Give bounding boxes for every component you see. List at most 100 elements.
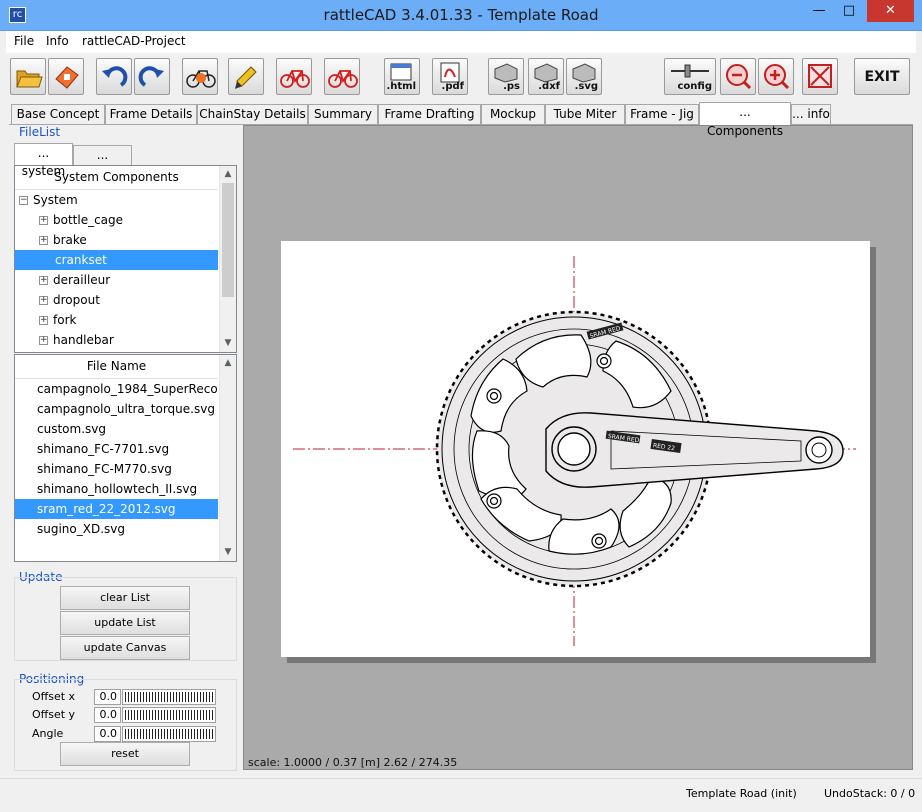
- clear-list-button[interactable]: clear List: [60, 586, 190, 610]
- expand-icon[interactable]: +: [39, 296, 48, 305]
- scroll-up-icon[interactable]: ▲: [220, 355, 236, 372]
- tree-item-handlebar[interactable]: + handlebar: [15, 330, 218, 350]
- tab-chainstay-details[interactable]: ChainStay Details: [197, 104, 308, 125]
- export-ps-icon: [494, 63, 518, 83]
- file-item[interactable]: campagnolo_1984_SuperRecord.svg: [15, 379, 218, 399]
- tab-mockup[interactable]: Mockup: [481, 104, 545, 125]
- filelist-label: FileList: [19, 125, 61, 139]
- bike-red-icon: [280, 70, 310, 88]
- angle-field[interactable]: 0.0: [94, 726, 121, 742]
- tab-components[interactable]: ... Components: [699, 102, 791, 138]
- minimize-button[interactable]: —: [804, 0, 834, 22]
- expand-icon[interactable]: +: [39, 336, 48, 345]
- file-item-selected[interactable]: sram_red_22_2012.svg: [15, 499, 218, 519]
- bike-settings-button[interactable]: [182, 58, 218, 95]
- tab-frame-drafting[interactable]: Frame Drafting: [378, 104, 481, 125]
- tab-frame-jig[interactable]: Frame - Jig: [625, 104, 699, 125]
- file-item[interactable]: shimano_hollowtech_II.svg: [15, 479, 218, 499]
- scroll-down-icon[interactable]: ▼: [220, 544, 236, 561]
- export-ps-button[interactable]: .ps: [488, 58, 524, 95]
- title-bar[interactable]: rc rattleCAD 3.4.01.33 - Template Road —…: [0, 0, 922, 31]
- exit-button[interactable]: EXIT: [854, 58, 910, 95]
- tree-item-crankset[interactable]: crankset: [15, 250, 218, 270]
- tree-item-bottle-cage[interactable]: + bottle_cage: [15, 210, 218, 230]
- expand-icon[interactable]: +: [39, 216, 48, 225]
- exit-label: EXIT: [864, 69, 900, 85]
- bike-button[interactable]: [276, 58, 312, 95]
- paper-sheet[interactable]: SRAM RED SRAM RED RED 22: [281, 241, 870, 657]
- tree-scrollbar[interactable]: ▲ ▼: [219, 166, 236, 352]
- export-html-button[interactable]: .html: [384, 58, 420, 95]
- redo-icon: [138, 66, 164, 87]
- redo-button[interactable]: [134, 58, 170, 95]
- file-item[interactable]: custom.svg: [15, 419, 218, 439]
- drawing-canvas[interactable]: SRAM RED SRAM RED RED 22 scale: 1.0000 /…: [243, 125, 913, 770]
- open-button[interactable]: [10, 58, 46, 95]
- export-dxf-button[interactable]: .dxf: [528, 58, 564, 95]
- status-template: Template Road (init): [686, 787, 797, 800]
- menu-rattlecad-project[interactable]: rattleCAD-Project: [82, 34, 186, 48]
- reset-button[interactable]: reset: [60, 742, 190, 766]
- tree-item-derailleur[interactable]: + derailleur: [15, 270, 218, 290]
- tree-item-brake[interactable]: + brake: [15, 230, 218, 250]
- offset-y-slider[interactable]: [122, 707, 216, 723]
- menu-info[interactable]: Info: [46, 34, 69, 48]
- scroll-up-icon[interactable]: ▲: [220, 166, 236, 183]
- toolbar: .html .pdf .ps .dxf .svg config EXIT: [6, 53, 916, 100]
- export-html-icon: [390, 63, 412, 81]
- tab-frame-details[interactable]: Frame Details: [105, 104, 197, 125]
- tree-item-fork[interactable]: + fork: [15, 310, 218, 330]
- offset-x-label: Offset x: [32, 690, 76, 703]
- file-list-scrollbar[interactable]: ▲ ▼: [219, 355, 236, 561]
- tab-tube-miter[interactable]: Tube Miter: [545, 104, 625, 125]
- file-list-header[interactable]: File Name: [15, 355, 218, 379]
- close-button[interactable]: ✕: [867, 0, 914, 22]
- main-tabs: Base Concept Frame Details ChainStay Det…: [9, 102, 913, 138]
- open-folder-icon: [16, 70, 43, 88]
- angle-slider[interactable]: [122, 726, 216, 742]
- tree-root-system[interactable]: − System: [15, 190, 218, 210]
- expand-icon[interactable]: +: [39, 316, 48, 325]
- fit-button[interactable]: [802, 58, 838, 95]
- collapse-icon[interactable]: −: [19, 196, 28, 205]
- file-item[interactable]: shimano_FC-M770.svg: [15, 459, 218, 479]
- export-pdf-button[interactable]: .pdf: [432, 58, 468, 95]
- menu-bar: File Info rattleCAD-Project: [6, 31, 916, 53]
- scroll-down-icon[interactable]: ▼: [220, 335, 236, 352]
- tab-summary[interactable]: Summary: [308, 104, 378, 125]
- file-item[interactable]: shimano_FC-7701.svg: [15, 439, 218, 459]
- export-svg-button[interactable]: .svg: [566, 58, 602, 95]
- bike-red-icon-2: [328, 70, 358, 88]
- tab-base-concept[interactable]: Base Concept: [11, 104, 105, 125]
- expand-icon[interactable]: +: [39, 236, 48, 245]
- bike-button-2[interactable]: [324, 58, 360, 95]
- subtab-custom[interactable]: ... custom: [73, 145, 132, 180]
- offset-x-field[interactable]: 0.0: [94, 689, 121, 705]
- expand-icon[interactable]: +: [39, 276, 48, 285]
- config-icon: [671, 64, 709, 78]
- tab-info[interactable]: ... info: [791, 104, 831, 125]
- spindle-inner: [557, 432, 591, 466]
- bike-settings-icon: [186, 70, 216, 88]
- edit-button[interactable]: [228, 58, 264, 95]
- save-button[interactable]: [48, 58, 84, 95]
- menu-file[interactable]: File: [14, 34, 34, 48]
- file-item[interactable]: sugino_XD.svg: [15, 519, 218, 539]
- offset-y-field[interactable]: 0.0: [94, 707, 121, 723]
- tree-item-dropout[interactable]: + dropout: [15, 290, 218, 310]
- fit-icon: [808, 64, 832, 88]
- maximize-button[interactable]: □: [834, 0, 864, 22]
- zoom-in-button[interactable]: [758, 58, 794, 95]
- component-tree[interactable]: System Components − System + bottle_cage +…: [14, 165, 237, 353]
- pencil-icon: [235, 66, 257, 89]
- tree-scroll-thumb[interactable]: [222, 183, 234, 297]
- offset-x-slider[interactable]: [122, 689, 216, 705]
- subtab-system[interactable]: ... system: [14, 143, 73, 178]
- file-item[interactable]: campagnolo_ultra_torque.svg: [15, 399, 218, 419]
- update-list-button[interactable]: update List: [60, 611, 190, 635]
- update-canvas-button[interactable]: update Canvas: [60, 636, 190, 660]
- file-list[interactable]: File Name campagnolo_1984_SuperRecord.sv…: [14, 354, 237, 562]
- zoom-out-button[interactable]: [720, 58, 756, 95]
- undo-button[interactable]: [96, 58, 132, 95]
- config-button[interactable]: config: [664, 58, 716, 95]
